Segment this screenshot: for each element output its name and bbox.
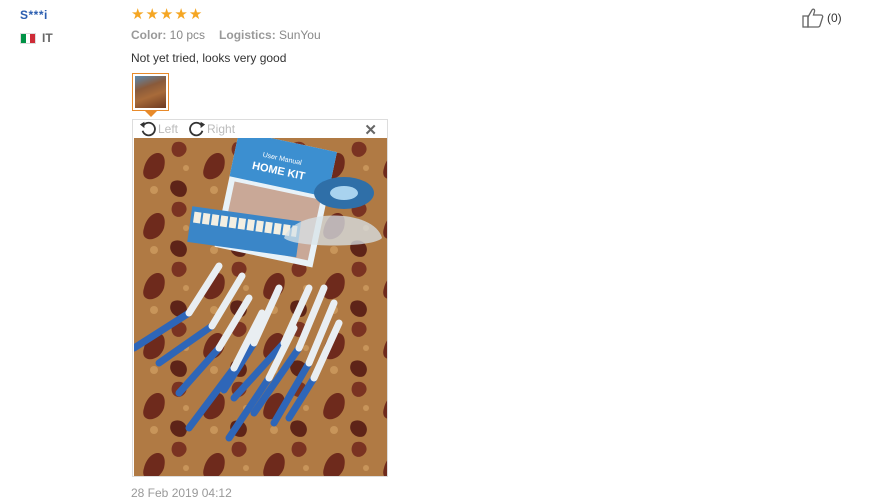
rotate-right-button[interactable]: Right xyxy=(188,120,235,138)
logistics-attribute: Logistics: SunYou xyxy=(219,28,321,42)
buyer-country: IT xyxy=(20,31,53,45)
order-attributes: Color: 10 pcs Logistics: SunYou xyxy=(131,28,731,42)
thumbs-up-icon xyxy=(802,8,824,28)
rotate-left-button[interactable]: Left xyxy=(139,120,178,138)
buyer-name[interactable]: S***i xyxy=(20,8,53,22)
star-rating: ★ ★ ★ ★ ★ xyxy=(131,7,731,23)
review-photo-art: User Manual HOME KIT xyxy=(134,138,387,476)
rotate-left-icon xyxy=(139,121,156,137)
helpful-button[interactable]: (0) xyxy=(802,8,842,28)
country-code: IT xyxy=(42,31,53,45)
review-date: 28 Feb 2019 04:12 xyxy=(131,486,232,500)
close-icon[interactable]: ✕ xyxy=(364,121,377,139)
star-icon: ★ xyxy=(188,6,203,23)
star-icon: ★ xyxy=(145,6,159,23)
rotate-right-icon xyxy=(189,121,206,137)
review-text: Not yet tried, looks very good xyxy=(131,51,287,65)
helpful-count: (0) xyxy=(827,11,842,25)
viewer-toolbar: Left Right ✕ xyxy=(133,120,387,139)
italy-flag-icon xyxy=(20,32,36,44)
thumbnail-pointer xyxy=(145,111,157,117)
star-icon: ★ xyxy=(131,6,145,23)
photo-thumbnail[interactable] xyxy=(132,73,169,111)
buyer-info: S***i IT xyxy=(20,8,53,45)
star-icon: ★ xyxy=(174,6,188,23)
review-photo: User Manual HOME KIT xyxy=(134,138,387,476)
color-attribute: Color: 10 pcs xyxy=(131,28,206,42)
rotate-right-label: Right xyxy=(207,122,236,136)
star-icon: ★ xyxy=(159,6,174,23)
image-viewer: Left Right ✕ User Manual HOME KIT xyxy=(132,119,388,477)
thumbnail-image xyxy=(135,76,166,108)
rotate-left-label: Left xyxy=(158,122,179,136)
feedback-body: ★ ★ ★ ★ ★ Color: 10 pcs Logistics: SunYo… xyxy=(131,7,731,66)
